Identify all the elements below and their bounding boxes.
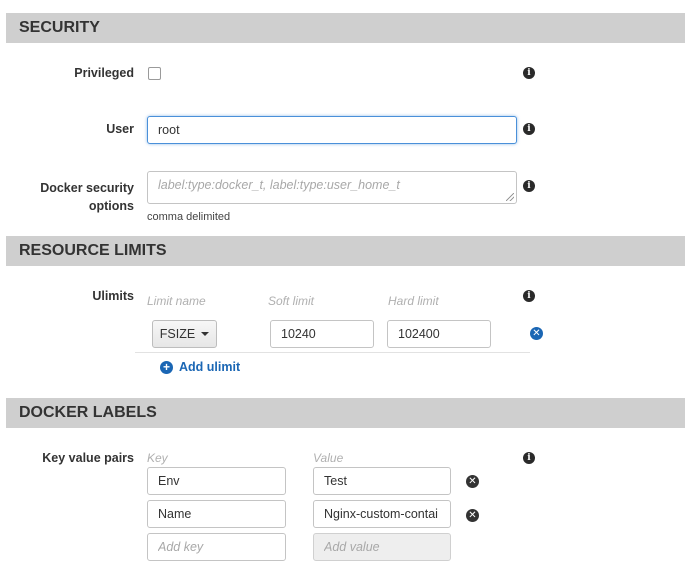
remove-label-icon[interactable]: ✕ (466, 475, 479, 488)
col-header-key: Key (147, 451, 168, 465)
label-key-input[interactable] (147, 500, 286, 528)
caret-down-icon (201, 332, 210, 336)
add-ulimit-button[interactable]: + Add ulimit (160, 360, 240, 374)
docker-security-options-input[interactable] (147, 171, 517, 204)
section-header-security: SECURITY (6, 13, 685, 43)
info-icon[interactable]: i (523, 452, 535, 464)
key-value-pairs-label: Key value pairs (42, 451, 134, 465)
remove-label-icon[interactable]: ✕ (466, 509, 479, 522)
col-header-limit-name: Limit name (147, 294, 206, 308)
section-title: SECURITY (19, 19, 100, 36)
add-value-input[interactable] (313, 533, 451, 561)
col-header-soft-limit: Soft limit (268, 294, 315, 308)
resize-grip-icon[interactable] (506, 193, 514, 201)
remove-ulimit-icon[interactable]: ✕ (530, 327, 543, 340)
section-title: DOCKER LABELS (19, 404, 157, 421)
label-value-input[interactable] (313, 500, 451, 528)
add-ulimit-label: Add ulimit (179, 360, 241, 374)
add-key-input[interactable] (147, 533, 286, 561)
info-icon[interactable]: i (523, 290, 535, 302)
row-divider (135, 352, 530, 353)
limit-name-value: FSIZE (159, 327, 196, 341)
col-header-value: Value (313, 451, 344, 465)
col-header-hard-limit: Hard limit (388, 294, 439, 308)
section-title: RESOURCE LIMITS (19, 242, 167, 259)
ulimits-label: Ulimits (92, 289, 134, 303)
plus-icon: + (160, 360, 173, 374)
info-icon[interactable]: i (523, 67, 535, 79)
user-label: User (106, 122, 134, 136)
privileged-label: Privileged (74, 66, 134, 80)
docker-security-hint: comma delimited (147, 211, 231, 223)
label-value-input[interactable] (313, 467, 451, 495)
limit-name-dropdown[interactable]: FSIZE (152, 320, 217, 348)
soft-limit-input[interactable] (270, 320, 374, 348)
section-header-resource-limits: RESOURCE LIMITS (6, 236, 685, 266)
hard-limit-input[interactable] (387, 320, 491, 348)
info-icon[interactable]: i (523, 123, 535, 135)
docker-security-label: Docker security options (40, 181, 134, 213)
info-icon[interactable]: i (523, 180, 535, 192)
label-key-input[interactable] (147, 467, 286, 495)
privileged-checkbox[interactable] (148, 67, 161, 80)
section-header-docker-labels: DOCKER LABELS (6, 398, 685, 428)
user-input[interactable] (147, 116, 517, 144)
